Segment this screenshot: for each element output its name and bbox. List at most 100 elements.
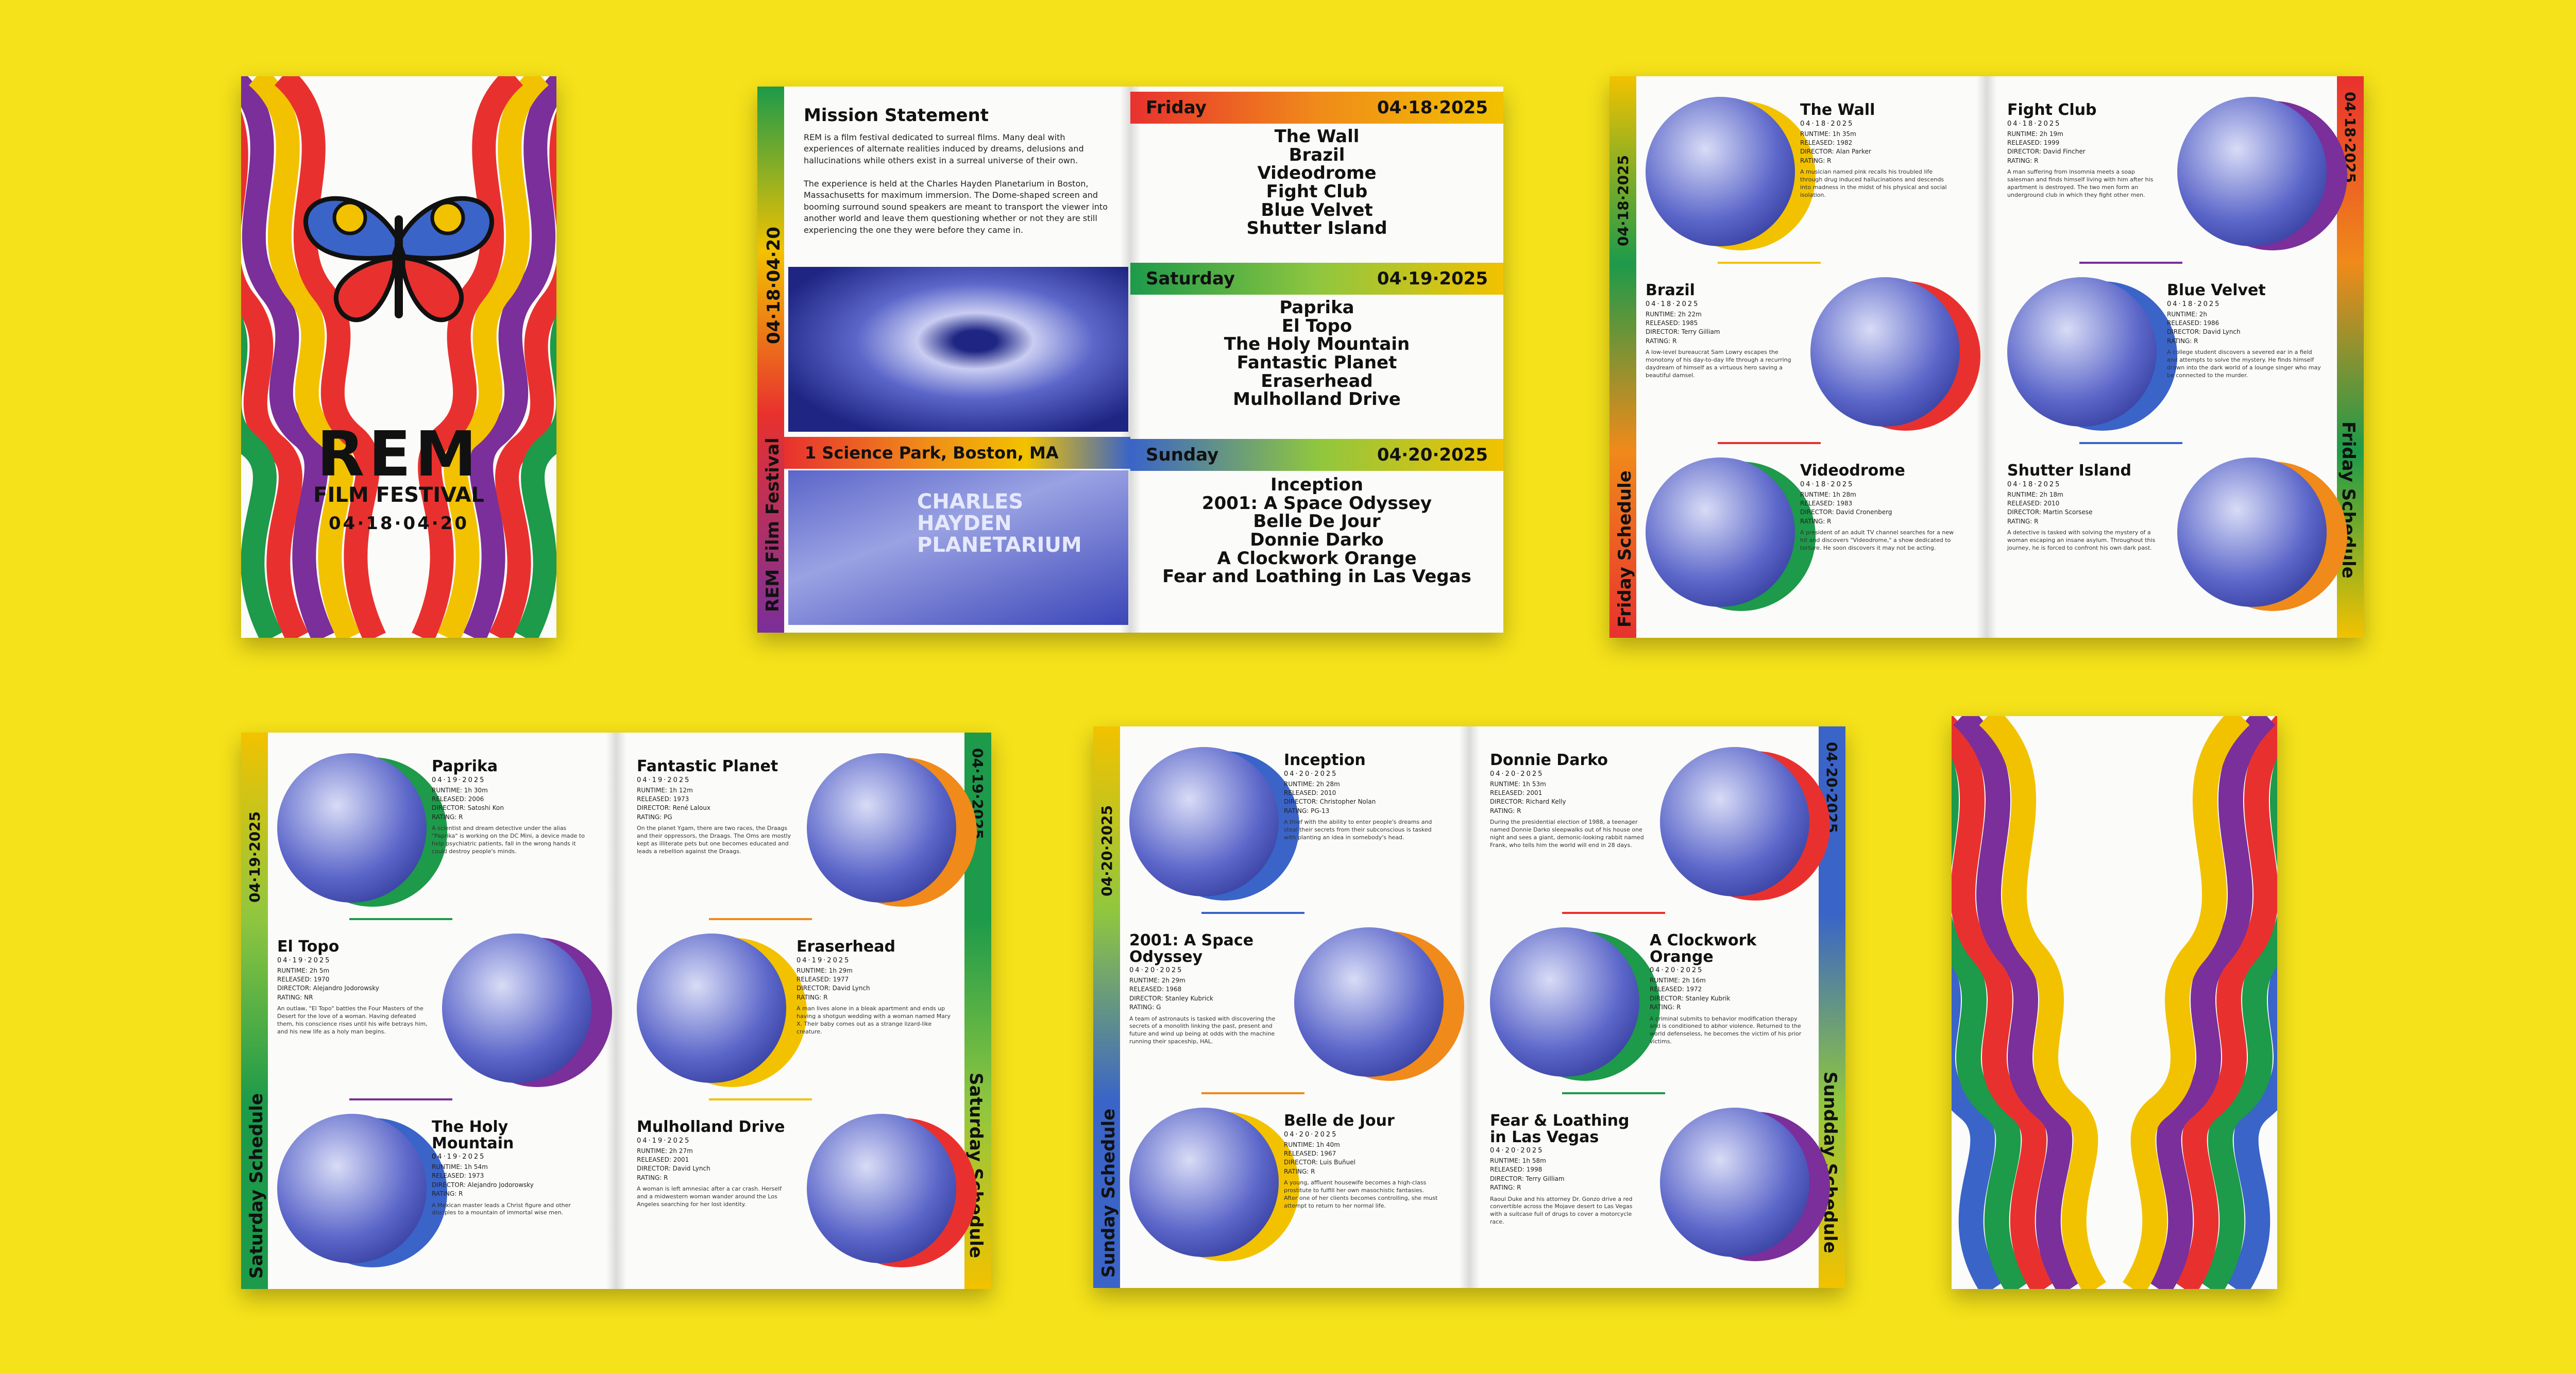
list-item: Mulholland Drive [1233,389,1401,410]
film-released: RELEASED: 1970 [277,975,330,983]
side-dates: 04·18·04·20 [764,226,784,344]
connector-line [1201,912,1304,914]
film-runtime: RUNTIME: 1h 53m [1490,780,1546,788]
film-director: DIRECTOR: Stanley Kubrik [1650,994,1731,1002]
film-title: Videodrome [1800,462,1905,480]
film-runtime: RUNTIME: 2h 29m [1129,977,1185,984]
connector-line [1718,442,1821,444]
sunday-date: 04·20·2025 [1377,445,1488,465]
friday-schedule-spread: 04·18·2025 Friday Schedule 04·18·2025 Frida… [1609,76,2364,638]
film-entry: Belle de Jour 04·20·2025 RUNTIME: 1h 40m RE… [1284,1113,1438,1210]
film-released: RELEASED: 2010 [1284,789,1336,796]
film-description: An outlaw, "El Topo" battles the Four Ma… [277,1005,428,1035]
film-title: The Wall [1800,101,1875,119]
list-item: Inception [1270,474,1363,495]
friday-date: 04·18·2025 [1377,97,1488,118]
film-description: A criminal submits to behavior modificat… [1650,1015,1802,1045]
cover-title: REM [317,419,481,490]
mission-paragraph-1: REM is a film festival dedicated to surr… [804,132,1084,165]
connector-line [2079,442,2182,444]
film-director: DIRECTOR: Terry Gilliam [1490,1175,1565,1182]
film-entry: Donnie Darko 04·20·2025 RUNTIME: 1h 53m REL… [1490,752,1645,849]
film-runtime: RUNTIME: 1h 28m [1800,490,1856,498]
film-description: A college student discovers a severed ea… [2167,349,2321,379]
film-date-dots: 04·20·2025 [1650,966,1704,974]
film-runtime: RUNTIME: 1h 12m [637,786,693,794]
film-rating: RATING: R [432,813,463,821]
film-description: On the planet Ygam, there are two races,… [637,825,791,855]
friday-bar: Friday 04·18·2025 [1130,92,1503,124]
film-description: A low-level bureaucrat Sam Lowry escapes… [1646,349,1791,379]
list-item: Fantastic Planet [1236,352,1397,374]
film-rating: RATING: R [2007,157,2039,164]
list-item: 2001: A Space Odyssey [1201,493,1432,514]
film-runtime: RUNTIME: 1h 35m [1800,130,1856,138]
list-item: Fight Club [1266,181,1368,202]
film-released: RELEASED: 1999 [2007,139,2060,146]
film-description: During the presidential election of 1988… [1490,819,1644,849]
connector-line [1562,1092,1665,1094]
film-runtime: RUNTIME: 1h 40m [1284,1141,1340,1148]
film-description: A scientist and dream detective under th… [432,825,585,855]
film-entry: A Clockwork Orange 04·20·2025 RUNTIME: 2h … [1650,932,1804,1046]
connector-line [1201,1092,1304,1094]
film-still-photo [277,753,427,903]
schedule-label-left: Friday Schedule [1615,470,1635,627]
film-director: DIRECTOR: René Laloux [637,804,711,812]
film-rating: RATING: R [1800,157,1832,164]
connector-line [1718,262,1821,264]
film-rating: RATING: R [1490,1184,1521,1192]
address-bar: 1 Science Park, Boston, MA [784,437,1130,469]
friday-label: Friday [1146,97,1207,118]
film-date-dots: 04·19·2025 [637,776,691,784]
film-still-photo [2177,457,2327,607]
list-item: El Topo [1281,315,1352,336]
film-entry: The Holy Mountain 04·19·2025 RUNTIME: 1h 5… [432,1119,586,1217]
film-still-photo [807,1114,956,1263]
film-date-dots: 04·18·2025 [1800,480,1854,488]
film-date-dots: 04·19·2025 [277,956,331,964]
film-title: Brazil [1646,281,1695,299]
film-rating: RATING: R [432,1190,463,1198]
film-rating: RATING: R [1650,1004,1681,1011]
film-title: Mulholland Drive [637,1118,785,1136]
list-item: Eraserhead [1261,370,1373,392]
cover-subtitle: FILM FESTIVAL [313,483,484,507]
saturday-bar: Saturday 04·19·2025 [1130,263,1503,295]
mission-paragraph-2: The experience is held at the Charles Ha… [804,179,1108,235]
film-title: The Holy Mountain [432,1118,514,1152]
list-item: Shutter Island [1246,218,1387,239]
film-description: A president of an adult TV channel searc… [1800,529,1954,551]
film-director: DIRECTOR: Alejandro Jodorowsky [432,1181,534,1189]
film-date-dots: 04·20·2025 [1284,770,1338,778]
film-director: DIRECTOR: David Lynch [2167,328,2241,336]
schedule-date-left: 04·18·2025 [1615,155,1632,246]
brochure-back-cover [1952,716,2277,1289]
film-title: Eraserhead [796,938,895,956]
film-still-photo [2007,277,2157,427]
film-runtime: RUNTIME: 1h 29m [796,966,853,974]
film-title: Shutter Island [2007,462,2131,480]
film-date-dots: 04·18·2025 [2167,300,2221,308]
connector-line [349,918,452,920]
film-released: RELEASED: 1998 [1490,1166,1543,1174]
film-director: DIRECTOR: David Cronenberg [1800,508,1892,516]
film-released: RELEASED: 1973 [432,1172,484,1180]
list-item: Paprika [1279,297,1354,318]
film-director: DIRECTOR: David Lynch [637,1165,710,1173]
film-director: DIRECTOR: Martin Scorsese [2007,508,2093,516]
film-title: 2001: A Space Odyssey [1129,931,1254,966]
film-released: RELEASED: 1986 [2167,319,2219,327]
address-text: 1 Science Park, Boston, MA [805,443,1059,463]
film-released: RELEASED: 2006 [432,795,484,803]
film-description: A musician named pink recalls his troubl… [1800,168,1947,198]
film-date-dots: 04·20·2025 [1129,966,1183,974]
film-rating: RATING: R [1800,517,1832,525]
film-title: Belle de Jour [1284,1112,1395,1130]
film-rating: RATING: PG [637,813,672,821]
film-description: A team of astronauts is tasked with disc… [1129,1015,1276,1045]
film-title: Fear & Loathing in Las Vegas [1490,1112,1630,1146]
film-runtime: RUNTIME: 1h 54m [432,1163,488,1171]
film-released: RELEASED: 1973 [637,795,689,803]
psychedelic-profile-art [241,76,556,638]
